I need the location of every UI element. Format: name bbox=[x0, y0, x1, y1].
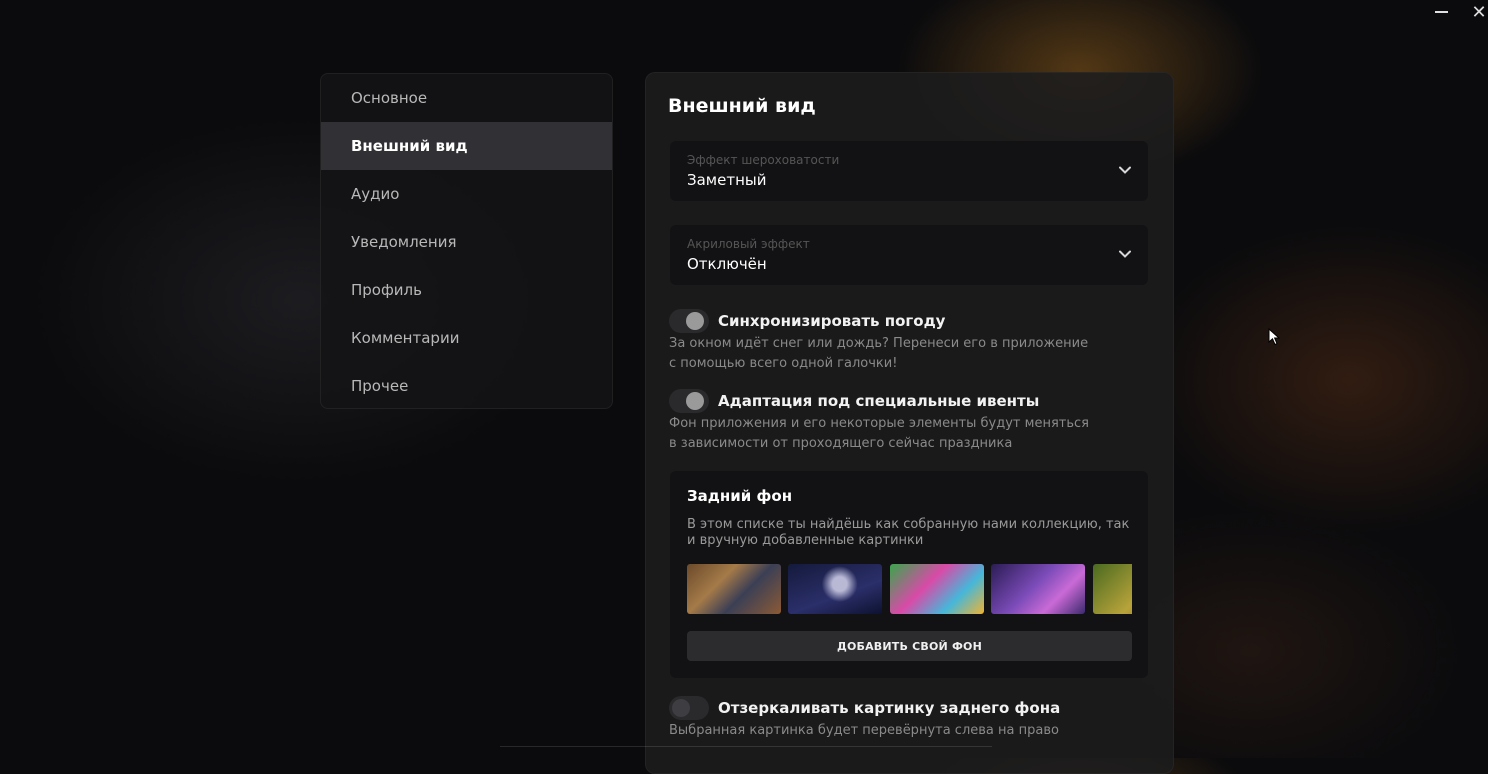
sidebar-item-notifications[interactable]: Уведомления bbox=[321, 218, 612, 266]
chevron-down-icon bbox=[1119, 166, 1131, 174]
mirror-toggle[interactable] bbox=[669, 696, 709, 720]
sidebar-item-label: Аудио bbox=[351, 185, 400, 203]
weather-description: За окном идёт снег или дождь? Перенеси е… bbox=[669, 336, 1089, 371]
background-thumbnail[interactable] bbox=[687, 564, 781, 614]
roughness-value: Заметный bbox=[687, 171, 767, 189]
background-thumbnail[interactable] bbox=[991, 564, 1085, 614]
chevron-down-icon bbox=[1119, 250, 1131, 258]
background-card: Задний фон В этом списке ты найдёшь как … bbox=[670, 471, 1148, 678]
appearance-panel: Внешний вид Эффект шероховатости Заметны… bbox=[645, 72, 1174, 774]
acrylic-label: Акриловый эффект bbox=[687, 237, 810, 251]
sidebar-item-label: Уведомления bbox=[351, 233, 457, 251]
sidebar-item-label: Внешний вид bbox=[351, 137, 468, 155]
sidebar-item-label: Прочее bbox=[351, 377, 409, 395]
roughness-label: Эффект шероховатости bbox=[687, 153, 840, 167]
sidebar-item-label: Комментарии bbox=[351, 329, 460, 347]
events-title: Адаптация под специальные ивенты bbox=[718, 392, 1040, 410]
add-background-button[interactable]: ДОБАВИТЬ СВОЙ ФОН bbox=[687, 631, 1132, 661]
weather-toggle[interactable] bbox=[669, 309, 709, 333]
background-description: В этом списке ты найдёшь как собранную н… bbox=[687, 517, 1130, 548]
background-title: Задний фон bbox=[687, 487, 793, 505]
sidebar-item-general[interactable]: Основное bbox=[321, 74, 612, 122]
acrylic-value: Отключён bbox=[687, 255, 767, 273]
background-thumbnail[interactable] bbox=[788, 564, 882, 614]
background-thumbnail[interactable] bbox=[1093, 564, 1132, 614]
weather-title: Синхронизировать погоду bbox=[718, 312, 946, 330]
settings-sidebar: Основное Внешний вид Аудио Уведомления П… bbox=[320, 73, 613, 409]
close-icon: ✕ bbox=[1471, 1, 1487, 23]
toggle-knob bbox=[672, 699, 690, 717]
sidebar-item-label: Основное bbox=[351, 89, 428, 107]
events-description: Фон приложения и его некоторые элементы … bbox=[669, 416, 1089, 451]
sidebar-item-label: Профиль bbox=[351, 281, 422, 299]
acrylic-select[interactable]: Акриловый эффект Отключён bbox=[670, 225, 1148, 285]
toggle-knob bbox=[686, 392, 704, 410]
page-title: Внешний вид bbox=[668, 95, 816, 117]
minimize-icon bbox=[1434, 11, 1448, 13]
background-thumbnails bbox=[687, 564, 1132, 614]
roughness-select[interactable]: Эффект шероховатости Заметный bbox=[670, 141, 1148, 201]
close-button[interactable]: ✕ bbox=[1467, 1, 1488, 23]
sidebar-item-profile[interactable]: Профиль bbox=[321, 266, 612, 314]
events-toggle[interactable] bbox=[669, 389, 709, 413]
sidebar-item-appearance[interactable]: Внешний вид bbox=[321, 122, 612, 170]
sidebar-item-other[interactable]: Прочее bbox=[321, 362, 612, 408]
mouse-cursor-icon bbox=[1268, 328, 1280, 346]
bottom-edge bbox=[500, 746, 992, 761]
mirror-description: Выбранная картинка будет перевёрнута сле… bbox=[669, 723, 1059, 738]
background-thumbnail[interactable] bbox=[890, 564, 984, 614]
sidebar-item-comments[interactable]: Комментарии bbox=[321, 314, 612, 362]
minimize-button[interactable] bbox=[1429, 2, 1453, 22]
sidebar-item-audio[interactable]: Аудио bbox=[321, 170, 612, 218]
mirror-title: Отзеркаливать картинку заднего фона bbox=[718, 699, 1061, 717]
toggle-knob bbox=[686, 312, 704, 330]
